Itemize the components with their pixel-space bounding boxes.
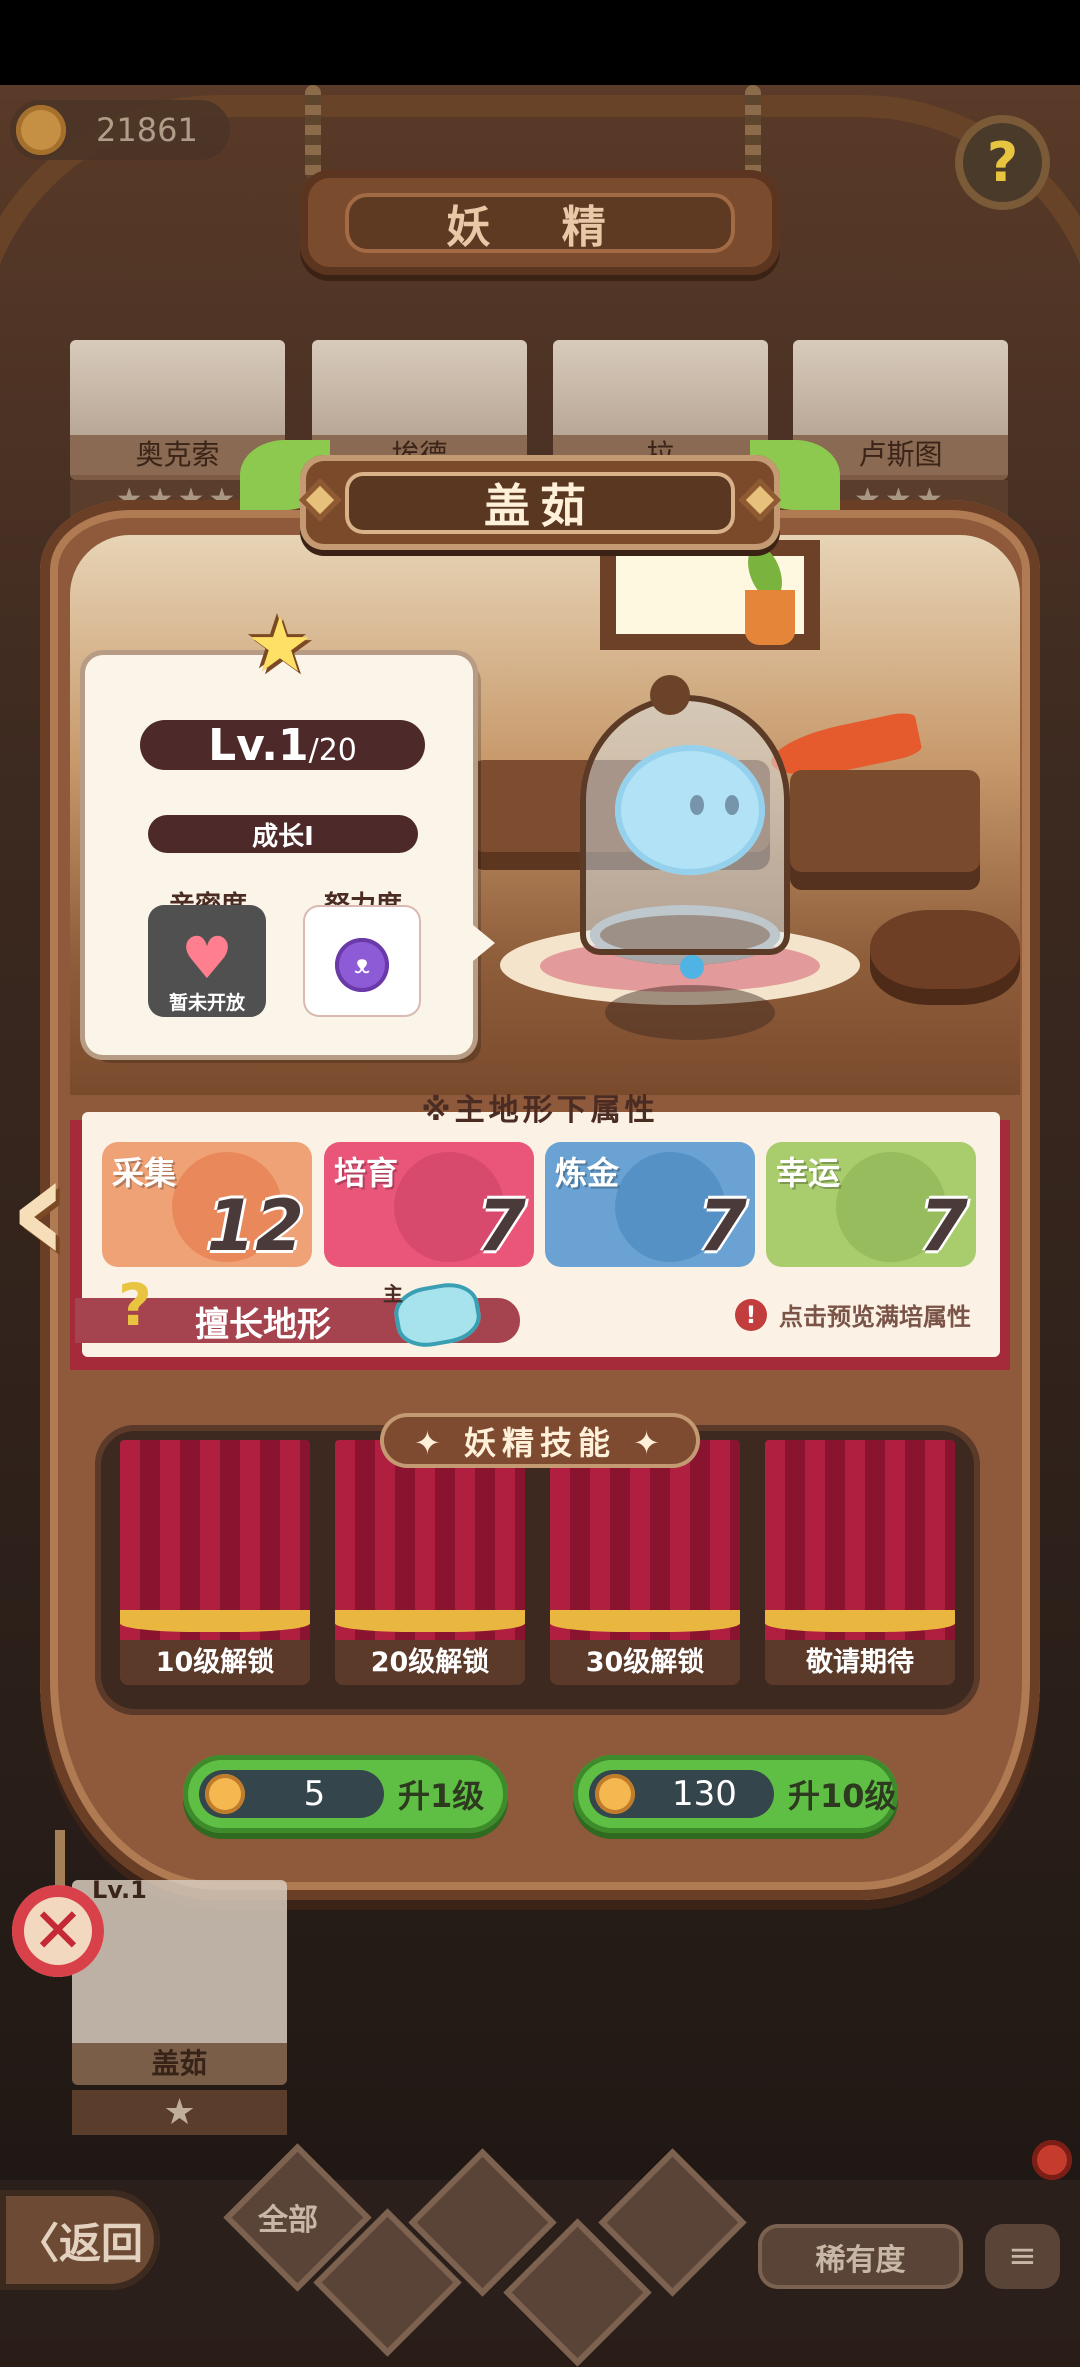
terrain-label: 擅长地形 [195,1305,331,1345]
rarity-sort-button[interactable]: 稀有度 [758,2224,963,2289]
gallery-card-stars: ★ [72,2090,287,2135]
curtain-trim [335,1610,525,1632]
attribute-tile-luck: 幸运 7 [766,1142,976,1267]
attribute-name: 培育 [334,1154,399,1192]
upgrade-label: 升10级 [788,1777,897,1815]
upgrade-cost: 5 [199,1770,384,1818]
fairy-name-banner: 盖茹 [300,455,780,550]
curtain-trim [765,1610,955,1632]
attribute-value: 12 [206,1185,304,1267]
curtain-trim [550,1610,740,1632]
coin-icon [595,1774,635,1814]
gold-amount: 21861 [96,111,198,149]
preview-text: 点击预览满培属性 [779,1303,971,1331]
cost-value: 5 [303,1774,326,1814]
sort-icon: ≡ [1008,2236,1037,2276]
exclamation-icon: ! [735,1298,767,1331]
red-orb-icon [1032,2140,1072,2180]
attribute-value: 7 [698,1185,747,1267]
attribute-tile-gather: 采集 12 [102,1142,312,1267]
attribute-tile-alchemy: 炼金 7 [545,1142,755,1267]
growth-stage: 成长Ⅰ [148,815,418,853]
close-button[interactable]: ✕ [12,1885,104,1977]
help-icon: ? [986,131,1019,194]
page-title-sign: 妖 精 [300,170,780,275]
level-max: /20 [308,732,357,768]
stool [870,910,1020,1005]
flower-pot [745,590,795,645]
glass-jar [580,695,790,955]
status-bar [0,0,1080,85]
back-button[interactable]: 〈返回 [0,2190,160,2290]
attribute-tile-nurture: 培育 7 [324,1142,534,1267]
upgrade-1-button[interactable]: 5 升1级 [183,1755,508,1833]
skill-slot-label[interactable]: 10级解锁 [120,1640,310,1685]
gallery-card-name: 盖茹 [72,2043,287,2085]
heart-lock-icon: ♥ [181,924,233,992]
gallery-card-level: Lv.1 [92,1876,147,1904]
sign-rope [305,85,321,180]
attribute-header: ※主地形下属性 [421,1093,659,1128]
devil-face-icon: ᴥ [335,938,389,992]
sign-rope [745,85,761,180]
coin-icon [205,1774,245,1814]
attribute-name: 采集 [112,1154,177,1192]
intimacy-status: 暂未开放 [168,992,245,1014]
prev-fairy-arrow[interactable]: ‹ [8,1135,88,1285]
upgrade-10-button[interactable]: 130 升10级 [573,1755,898,1833]
gold-counter: 21861 [10,100,230,160]
attribute-name: 幸运 [776,1154,841,1192]
attribute-value: 7 [477,1185,526,1267]
level-badge: Lv.1 /20 [140,719,425,771]
gallery-card[interactable]: 盖茹 [72,1880,287,2085]
skill-slot-label[interactable]: 30级解锁 [550,1640,740,1685]
page-title: 妖 精 [345,192,735,253]
skill-slot-label[interactable]: 敬请期待 [765,1640,955,1685]
jar-gem [680,955,704,979]
attribute-value: 7 [919,1185,968,1267]
upgrade-cost: 130 [589,1770,774,1818]
bench [790,770,980,890]
cost-value: 130 [672,1774,737,1814]
coin-icon [16,105,66,155]
terrain-main-tag: 主 [383,1282,403,1306]
skills-title: ✦ 妖精技能 ✦ [380,1413,700,1468]
help-button[interactable]: ? [955,115,1050,210]
close-rope [55,1830,65,1890]
fairy-name: 盖茹 [345,471,735,534]
upgrade-label: 升1级 [398,1777,485,1815]
star-icon: ★ [245,600,315,689]
sort-order-button[interactable]: ≡ [985,2224,1060,2289]
attribute-name: 炼金 [555,1154,620,1192]
jar-shadow [605,985,775,1040]
filter-all-label: 全部 [258,2203,318,2238]
question-sprout-icon: ? [118,1271,152,1339]
jar-knob [650,675,690,715]
level-value: Lv.1 [208,719,309,771]
skill-slot-label[interactable]: 20级解锁 [335,1640,525,1685]
curtain-trim [120,1610,310,1632]
preview-full-attributes[interactable]: ! 点击预览满培属性 [735,1297,971,1332]
